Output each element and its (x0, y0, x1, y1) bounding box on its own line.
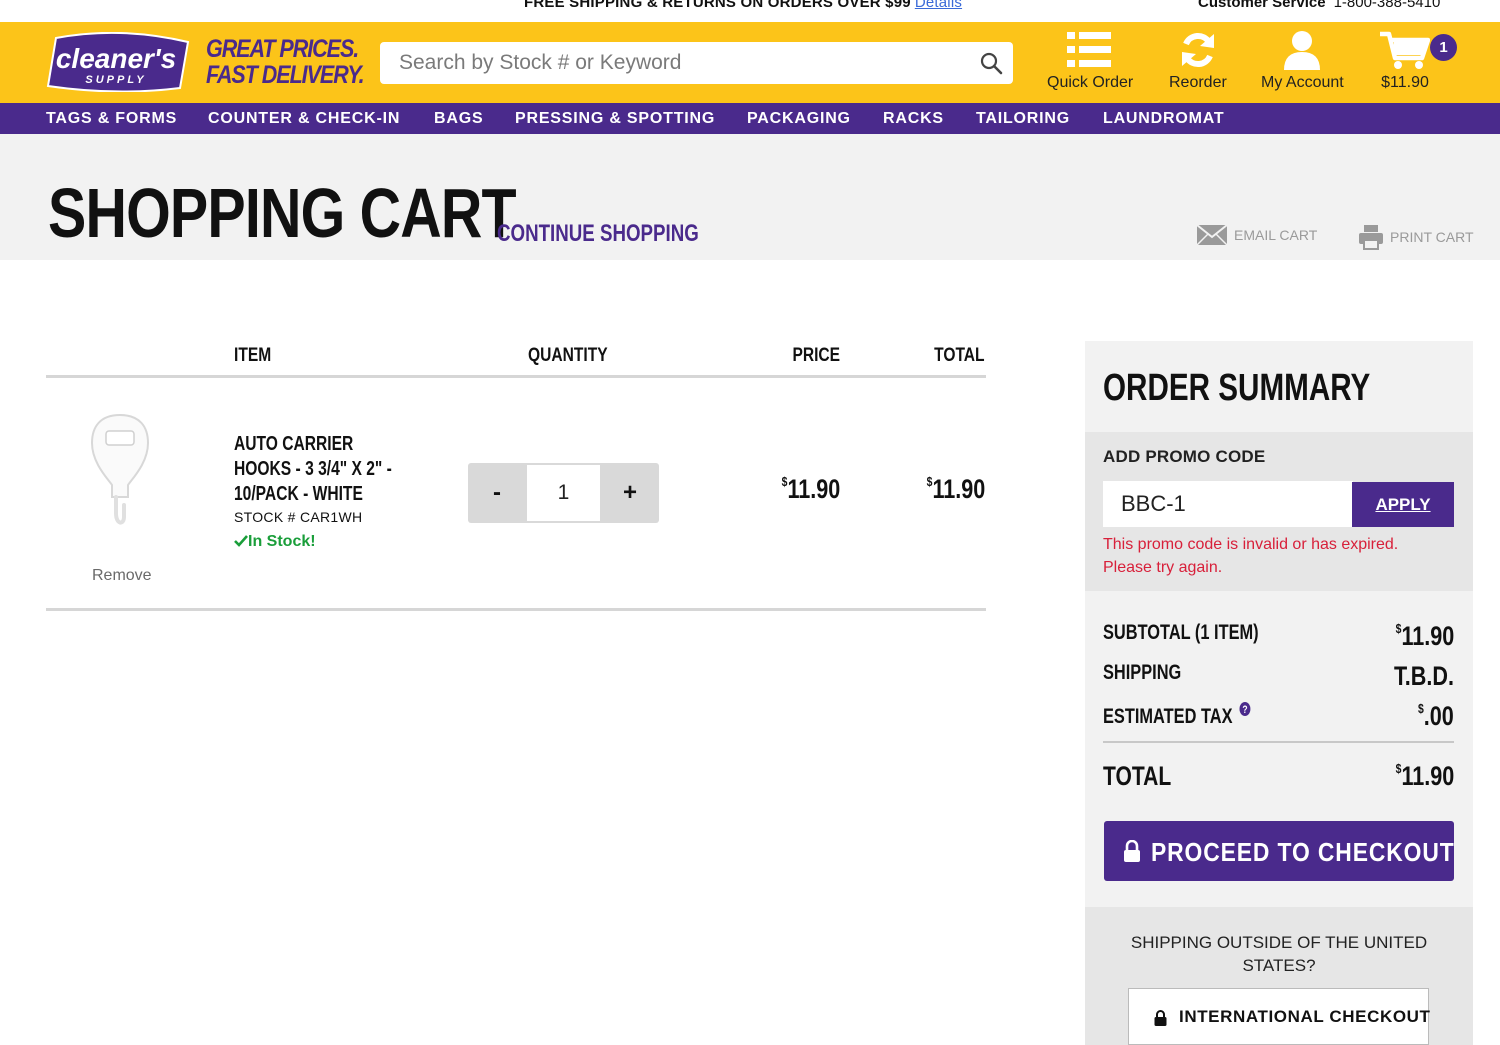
apply-promo-button[interactable]: APPLY (1352, 482, 1454, 527)
order-summary-title: ORDER SUMMARY (1103, 367, 1371, 409)
remove-item-link[interactable]: Remove (92, 567, 152, 585)
nav-item-pressing-spotting[interactable]: PRESSING & SPOTTING (515, 110, 715, 128)
free-shipping-banner: FREE SHIPPING & RETURNS ON ORDERS OVER $… (524, 0, 962, 11)
print-cart-label: PRINT CART (1390, 229, 1474, 245)
cart-count-badge: 1 (1430, 34, 1457, 61)
customer-service-label: Customer Service (1198, 0, 1326, 11)
column-header-price: PRICE (792, 345, 840, 366)
subtotal-label: SUBTOTAL (1 ITEM) (1103, 621, 1259, 644)
quantity-stepper: - + (468, 463, 659, 523)
decrease-quantity-button[interactable]: - (468, 463, 526, 523)
estimated-tax-value: $.00 (1418, 701, 1454, 732)
item-total: $11.90 (926, 474, 985, 505)
nav-item-racks[interactable]: RACKS (883, 110, 944, 128)
column-header-total: TOTAL (934, 345, 985, 366)
subtotal-value: $11.90 (1395, 621, 1454, 652)
quick-order-label: Quick Order (1047, 74, 1134, 91)
free-shipping-text: FREE SHIPPING & RETURNS ON ORDERS OVER $… (524, 0, 911, 11)
quantity-input[interactable] (527, 465, 600, 521)
item-price-value: 11.90 (787, 474, 840, 504)
cart-total-label: $11.90 (1381, 74, 1429, 91)
details-link[interactable]: Details (915, 0, 962, 11)
promo-code-section: ADD PROMO CODE APPLY This promo code is … (1085, 432, 1473, 591)
site-header: cleaner's SUPPLY GREAT PRICES. FAST DELI… (0, 22, 1500, 103)
logo-text: cleaner's (56, 43, 176, 74)
page-title: SHOPPING CART (48, 174, 517, 252)
shipping-value: T.B.D. (1393, 661, 1454, 691)
nav-item-bags[interactable]: BAGS (434, 110, 483, 128)
continue-shopping-link[interactable]: CONTINUE SHOPPING (497, 220, 699, 248)
tagline: GREAT PRICES. FAST DELIVERY. (206, 35, 365, 89)
product-name[interactable]: AUTO CARRIER HOOKS - 3 3/4" X 2" - 10/PA… (234, 432, 406, 507)
help-icon[interactable]: ? (1239, 701, 1251, 717)
email-cart-label: EMAIL CART (1234, 227, 1318, 243)
svg-text:?: ? (1242, 704, 1247, 716)
international-shipping-section: SHIPPING OUTSIDE OF THE UNITED STATES? I… (1085, 907, 1473, 1045)
item-total-value: 11.90 (932, 474, 985, 504)
customer-service-phone[interactable]: 1-800-388-5410 (1334, 0, 1441, 11)
lock-icon (1154, 1010, 1167, 1026)
item-price: $11.90 (781, 474, 840, 505)
promo-code-input[interactable] (1103, 481, 1353, 527)
category-nav: TAGS & FORMS COUNTER & CHECK-IN BAGS PRE… (0, 103, 1500, 134)
summary-divider (1103, 741, 1454, 743)
reorder-button[interactable]: Reorder (1169, 30, 1227, 92)
refresh-icon (1181, 33, 1214, 67)
international-checkout-button[interactable]: INTERNATIONAL CHECKOUT (1128, 988, 1431, 1045)
estimated-tax-label: ESTIMATED TAX ? (1103, 701, 1251, 729)
shipping-label: SHIPPING (1103, 661, 1182, 684)
column-header-quantity: QUANTITY (528, 345, 608, 366)
search-icon[interactable] (979, 51, 1003, 75)
availability-label: In Stock! (248, 533, 316, 550)
checkmark-icon (234, 535, 248, 547)
envelope-icon (1196, 224, 1228, 246)
product-image[interactable] (88, 413, 152, 531)
promo-code-label: ADD PROMO CODE (1103, 447, 1266, 466)
table-footer-divider (46, 608, 986, 611)
promo-error-message: This promo code is invalid or has expire… (1103, 536, 1399, 576)
page-header-band: SHOPPING CART CONTINUE SHOPPING EMAIL CA… (0, 134, 1500, 260)
proceed-to-checkout-label: PROCEED TO CHECKOUT (1151, 837, 1455, 867)
international-checkout-label: INTERNATIONAL CHECKOUT (1179, 1007, 1431, 1026)
cleaners-supply-logo[interactable]: cleaner's SUPPLY (46, 32, 192, 92)
print-cart-button[interactable]: PRINT CART (1358, 224, 1474, 250)
nav-item-packaging[interactable]: PACKAGING (747, 110, 851, 128)
my-account-label: My Account (1261, 74, 1344, 91)
list-icon (1067, 32, 1112, 67)
estimated-tax-text: ESTIMATED TAX (1103, 705, 1233, 728)
column-header-item: ITEM (234, 345, 272, 366)
reorder-label: Reorder (1169, 74, 1227, 91)
nav-item-tags-forms[interactable]: TAGS & FORMS (46, 110, 177, 128)
order-total-value: $11.90 (1395, 761, 1454, 792)
printer-icon (1359, 225, 1383, 250)
availability-status: In Stock! (234, 533, 316, 551)
my-account-button[interactable]: My Account (1261, 30, 1344, 92)
quick-order-button[interactable]: Quick Order (1047, 30, 1133, 92)
table-header-divider (46, 375, 986, 378)
order-total-amount: 11.90 (1401, 761, 1454, 791)
email-cart-button[interactable]: EMAIL CART (1196, 224, 1317, 246)
increase-quantity-button[interactable]: + (601, 463, 659, 523)
customer-service: Customer Service 1-800-388-5410 (1198, 0, 1440, 11)
tagline-line-1: GREAT PRICES. (206, 35, 359, 63)
stock-number: STOCK # CAR1WH (234, 509, 363, 525)
logo-subtext: SUPPLY (85, 74, 146, 86)
cart-button[interactable]: $11.90 (1380, 30, 1430, 92)
lock-icon (1124, 840, 1140, 862)
search-bar (380, 42, 1013, 84)
user-icon (1284, 31, 1321, 70)
top-promo-strip: FREE SHIPPING & RETURNS ON ORDERS OVER $… (0, 0, 1500, 22)
subtotal-amount: 11.90 (1401, 621, 1454, 651)
tax-amount: .00 (1423, 701, 1454, 731)
nav-item-tailoring[interactable]: TAILORING (976, 110, 1070, 128)
order-total-label: TOTAL (1103, 761, 1172, 791)
proceed-to-checkout-button[interactable]: PROCEED TO CHECKOUT (1104, 821, 1454, 881)
nav-item-laundromat[interactable]: LAUNDROMAT (1103, 110, 1224, 128)
order-summary-panel: ORDER SUMMARY ADD PROMO CODE APPLY This … (1085, 341, 1473, 1045)
tagline-line-2: FAST DELIVERY. (206, 61, 365, 89)
cart-icon (1380, 31, 1430, 69)
search-input[interactable] (380, 51, 960, 75)
nav-item-counter-check-in[interactable]: COUNTER & CHECK-IN (208, 110, 400, 128)
international-shipping-question: SHIPPING OUTSIDE OF THE UNITED STATES? (1130, 933, 1428, 975)
